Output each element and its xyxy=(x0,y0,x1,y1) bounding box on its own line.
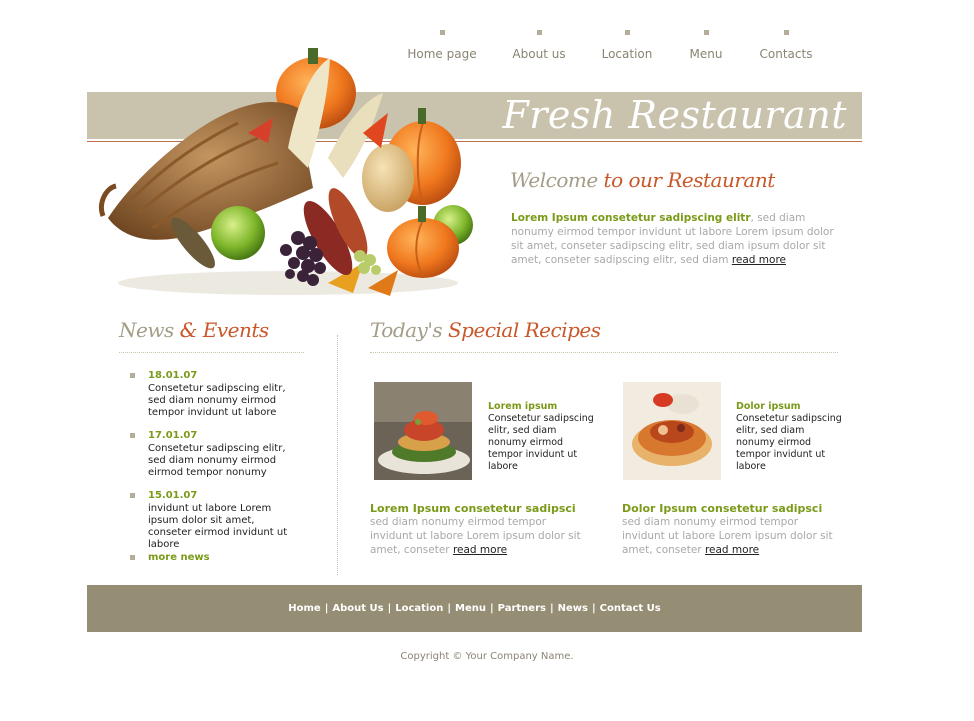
welcome-text: Lorem Ipsum consetetur sadipscing elitr,… xyxy=(511,212,834,266)
recipe-card-1: Lorem ipsum Consetetur sadipscing elitr,… xyxy=(488,401,594,472)
recipe-2-read-more-link[interactable]: read more xyxy=(705,544,759,556)
bullet-icon xyxy=(130,493,135,498)
site-title: Fresh Restaurant xyxy=(502,93,847,137)
footer-nav: Home | About Us | Location | Menu | Partners | New… xyxy=(87,585,862,632)
copyright: Copyright © Your Company Name. xyxy=(400,651,574,662)
column-divider xyxy=(337,335,338,575)
recipe-photo-salad[interactable] xyxy=(374,382,472,480)
recipe-blurb-1: Lorem Ipsum consetetur sadipsci sed diam… xyxy=(370,502,581,556)
footer-link-location[interactable]: Location xyxy=(395,603,443,614)
nav-dot xyxy=(536,30,542,35)
hero-cornucopia-image xyxy=(99,48,473,296)
bullet-icon xyxy=(130,433,135,438)
footer-link-home[interactable]: Home xyxy=(288,603,320,614)
nav-menu[interactable]: Menu xyxy=(685,30,727,61)
recipes-divider xyxy=(370,352,838,353)
more-news-link[interactable]: more news xyxy=(148,552,300,564)
news-item: 15.01.07 invidunt ut labore Lorem ipsum d… xyxy=(130,490,300,551)
recipe-blurb-2: Dolor Ipsum consetetur sadipsci sed diam… xyxy=(622,502,833,556)
news-item: 17.01.07 Consetetur sadipscing elitr, sed… xyxy=(130,430,300,479)
nav-dot xyxy=(703,30,709,35)
nav-about-us[interactable]: About us xyxy=(508,30,570,61)
nav-dot xyxy=(783,30,789,35)
news-heading: News & Events xyxy=(119,318,269,342)
more-news[interactable]: more news xyxy=(130,552,300,565)
recipe-1-read-more-link[interactable]: read more xyxy=(453,544,507,556)
nav-dot xyxy=(439,30,445,35)
bullet-icon xyxy=(130,555,135,560)
news-item: 18.01.07 Consetetur sadipscing elitr, sed… xyxy=(130,370,300,419)
recipe-photo-scallop[interactable] xyxy=(623,382,721,480)
footer-link-partners[interactable]: Partners xyxy=(498,603,546,614)
nav-contacts[interactable]: Contacts xyxy=(755,30,817,61)
footer-link-contact-us[interactable]: Contact Us xyxy=(600,603,661,614)
recipe-card-2: Dolor ipsum Consetetur sadipscing elitr,… xyxy=(736,401,842,472)
news-divider xyxy=(119,352,304,353)
nav-location[interactable]: Location xyxy=(597,30,657,61)
footer-link-menu[interactable]: Menu xyxy=(455,603,486,614)
welcome-read-more-link[interactable]: read more xyxy=(732,254,786,266)
nav-dot xyxy=(624,30,630,35)
welcome-lead: Lorem Ipsum consetetur sadipscing elitr xyxy=(511,212,751,224)
footer-link-about-us[interactable]: About Us xyxy=(332,603,383,614)
recipes-heading: Today's Special Recipes xyxy=(370,318,601,342)
footer-link-news[interactable]: News xyxy=(558,603,588,614)
bullet-icon xyxy=(130,373,135,378)
welcome-heading: Welcome to our Restaurant xyxy=(510,168,775,192)
